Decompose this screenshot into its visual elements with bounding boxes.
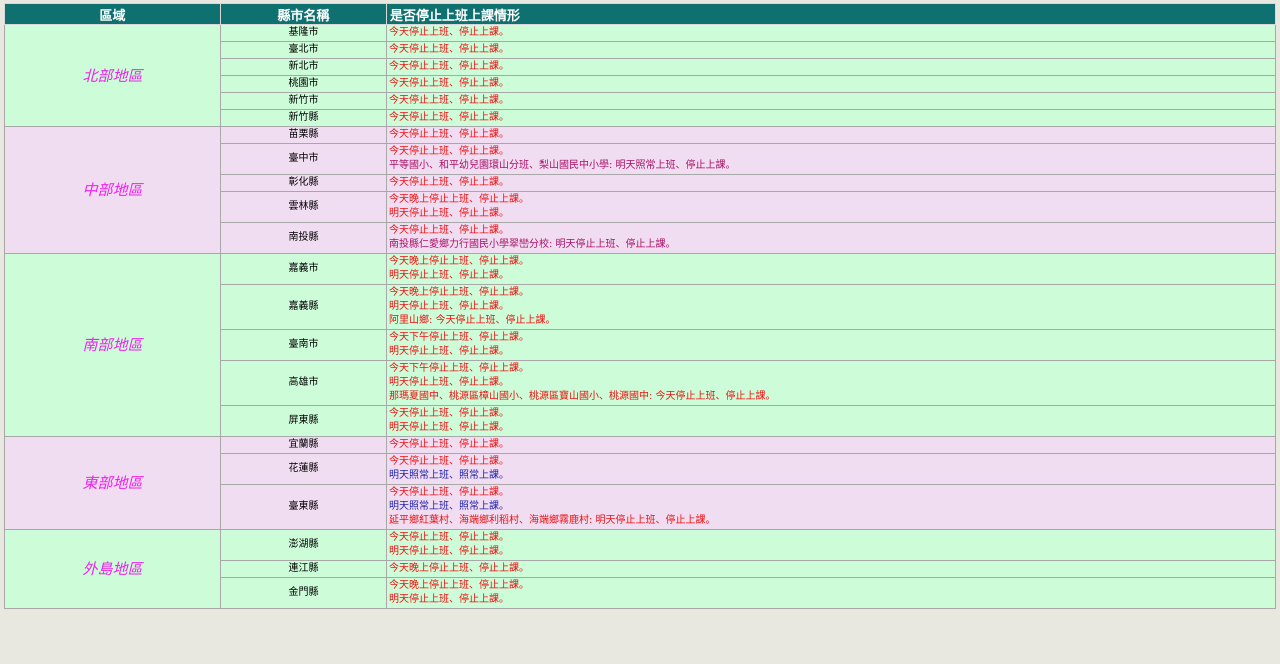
status-line: 今天停止上班、停止上課。 bbox=[389, 27, 509, 38]
status-line: 明天停止上班、停止上課。 bbox=[389, 270, 509, 281]
city-cell: 雲林縣 bbox=[220, 191, 387, 223]
table-row: 北部地區 基隆市 今天停止上班、停止上課。 bbox=[4, 24, 1276, 127]
region-cell: 中部地區 bbox=[4, 126, 221, 254]
status-line: 南投縣仁愛鄉力行國民小學翠巒分校: 明天停止上班、停止上課。 bbox=[389, 239, 676, 250]
region-cell: 北部地區 bbox=[4, 24, 221, 127]
status-cell: 今天停止上班、停止上課。 bbox=[386, 174, 1276, 192]
status-line: 明天停止上班、停止上課。 bbox=[389, 208, 509, 219]
status-line: 今天晚上停止上班、停止上課。 bbox=[389, 580, 529, 591]
city-cell: 臺南市 bbox=[220, 329, 387, 361]
status-line: 今天停止上班、停止上課。 bbox=[389, 487, 509, 498]
status-line: 今天停止上班、停止上課。 bbox=[389, 112, 509, 123]
status-cell: 今天停止上班、停止上課。 明天停止上班、停止上課。 bbox=[386, 529, 1276, 561]
status-cell: 今天晚上停止上班、停止上課。 明天停止上班、停止上課。 bbox=[386, 577, 1276, 609]
city-cell: 高雄市 bbox=[220, 360, 387, 406]
status-line: 今天停止上班、停止上課。 bbox=[389, 78, 509, 89]
status-cell: 今天停止上班、停止上課。 bbox=[386, 109, 1276, 127]
status-line: 明天停止上班、停止上課。 bbox=[389, 422, 509, 433]
city-cell: 嘉義市 bbox=[220, 253, 387, 285]
status-line: 平等國小、和平幼兒園環山分班、梨山國民中小學: 明天照常上班、停止上課。 bbox=[389, 160, 736, 171]
header-status: 是否停止上班上課情形 bbox=[386, 3, 1276, 25]
status-cell: 今天下午停止上班、停止上課。 明天停止上班、停止上課。 bbox=[386, 329, 1276, 361]
region-cell: 東部地區 bbox=[4, 436, 221, 530]
city-cell: 臺北市 bbox=[220, 41, 387, 59]
header-region: 區域 bbox=[4, 3, 221, 25]
status-line: 明天照常上班、照常上課。 bbox=[389, 501, 509, 512]
status-line: 今天停止上班、停止上課。 bbox=[389, 146, 509, 157]
status-cell: 今天停止上班、停止上課。 bbox=[386, 58, 1276, 76]
city-cell: 連江縣 bbox=[220, 560, 387, 578]
city-cell: 基隆市 bbox=[220, 24, 387, 42]
city-cell: 新北市 bbox=[220, 58, 387, 76]
status-line: 今天停止上班、停止上課。 bbox=[389, 95, 509, 106]
status-cell: 今天停止上班、停止上課。平等國小、和平幼兒園環山分班、梨山國民中小學: 明天照常… bbox=[386, 143, 1276, 175]
city-cell: 桃園市 bbox=[220, 75, 387, 93]
closure-status-table: 區域 縣市名稱 是否停止上班上課情形 北部地區 基隆市 今天停止上班、停止上課。 臺北… bbox=[4, 3, 1276, 609]
city-cell: 彰化縣 bbox=[220, 174, 387, 192]
status-line: 今天晚上停止上班、停止上課。 bbox=[389, 194, 529, 205]
header-city: 縣市名稱 bbox=[220, 3, 387, 25]
status-line: 明天停止上班、停止上課。 bbox=[389, 377, 509, 388]
region-cell: 外島地區 bbox=[4, 529, 221, 609]
city-cell: 臺中市 bbox=[220, 143, 387, 175]
status-cell: 今天停止上班、停止上課。 bbox=[386, 126, 1276, 144]
status-line: 明天照常上班、照常上課。 bbox=[389, 470, 509, 481]
city-cell: 金門縣 bbox=[220, 577, 387, 609]
status-line: 今天晚上停止上班、停止上課。 bbox=[389, 256, 529, 267]
city-cell: 屏東縣 bbox=[220, 405, 387, 437]
status-cell: 今天停止上班、停止上課。 bbox=[386, 436, 1276, 454]
city-cell: 澎湖縣 bbox=[220, 529, 387, 561]
status-line: 今天晚上停止上班、停止上課。 bbox=[389, 287, 529, 298]
table-row: 中部地區 苗栗縣 今天停止上班、停止上課。 bbox=[4, 126, 1276, 254]
status-line: 今天停止上班、停止上課。 bbox=[389, 225, 509, 236]
city-cell: 新竹縣 bbox=[220, 109, 387, 127]
status-cell: 今天停止上班、停止上課。 bbox=[386, 41, 1276, 59]
table-header-row: 區域 縣市名稱 是否停止上班上課情形 bbox=[4, 3, 1276, 25]
table-row: 南部地區 嘉義市 今天晚上停止上班、停止上課。 明天停止上班、停止上課。 bbox=[4, 253, 1276, 437]
status-cell: 今天晚上停止上班、停止上課。 明天停止上班、停止上課。 bbox=[386, 253, 1276, 285]
status-line: 明天停止上班、停止上課。 bbox=[389, 346, 509, 357]
status-line: 今天下午停止上班、停止上課。 bbox=[389, 363, 529, 374]
status-cell: 今天停止上班、停止上課。 明天照常上班、照常上課。延平鄉紅葉村、海端鄉利稻村、海端… bbox=[386, 484, 1276, 530]
status-line: 今天下午停止上班、停止上課。 bbox=[389, 332, 529, 343]
status-cell: 今天停止上班、停止上課。 bbox=[386, 75, 1276, 93]
status-cell: 今天下午停止上班、停止上課。 明天停止上班、停止上課。那瑪夏國中、桃源區樟山國小、… bbox=[386, 360, 1276, 406]
status-line: 阿里山鄉: 今天停止上班、停止上課。 bbox=[389, 315, 556, 326]
status-line: 明天停止上班、停止上課。 bbox=[389, 546, 509, 557]
region-cell: 南部地區 bbox=[4, 253, 221, 437]
status-line: 那瑪夏國中、桃源區樟山國小、桃源區寶山國小、桃源國中: 今天停止上班、停止上課。 bbox=[389, 391, 776, 402]
status-line: 今天停止上班、停止上課。 bbox=[389, 532, 509, 543]
table-body: 北部地區 基隆市 今天停止上班、停止上課。 臺北市 今天停止上班、停止上課。 新北市 今天停… bbox=[4, 24, 1276, 609]
city-cell: 苗栗縣 bbox=[220, 126, 387, 144]
status-cell: 今天停止上班、停止上課。 明天照常上班、照常上課。 bbox=[386, 453, 1276, 485]
status-cell: 今天停止上班、停止上課。 bbox=[386, 24, 1276, 42]
status-line: 明天停止上班、停止上課。 bbox=[389, 301, 509, 312]
table-row: 外島地區 澎湖縣 今天停止上班、停止上課。 明天停止上班、停止上課。 bbox=[4, 529, 1276, 609]
status-line: 延平鄉紅葉村、海端鄉利稻村、海端鄉霧鹿村: 明天停止上班、停止上課。 bbox=[389, 515, 716, 526]
status-cell: 今天停止上班、停止上課。南投縣仁愛鄉力行國民小學翠巒分校: 明天停止上班、停止上… bbox=[386, 222, 1276, 254]
status-line: 今天停止上班、停止上課。 bbox=[389, 61, 509, 72]
city-cell: 南投縣 bbox=[220, 222, 387, 254]
city-cell: 嘉義縣 bbox=[220, 284, 387, 330]
status-cell: 今天晚上停止上班、停止上課。 明天停止上班、停止上課。阿里山鄉: 今天停止上班、停… bbox=[386, 284, 1276, 330]
city-cell: 花蓮縣 bbox=[220, 453, 387, 485]
city-cell: 臺東縣 bbox=[220, 484, 387, 530]
status-line: 明天停止上班、停止上課。 bbox=[389, 594, 509, 605]
status-cell: 今天停止上班、停止上課。 明天停止上班、停止上課。 bbox=[386, 405, 1276, 437]
status-cell: 今天晚上停止上班、停止上課。 明天停止上班、停止上課。 bbox=[386, 191, 1276, 223]
status-line: 今天晚上停止上班、停止上課。 bbox=[389, 563, 529, 574]
status-cell: 今天停止上班、停止上課。 bbox=[386, 92, 1276, 110]
city-cell: 宜蘭縣 bbox=[220, 436, 387, 454]
status-cell: 今天晚上停止上班、停止上課。 bbox=[386, 560, 1276, 578]
city-cell: 新竹市 bbox=[220, 92, 387, 110]
status-line: 今天停止上班、停止上課。 bbox=[389, 44, 509, 55]
status-line: 今天停止上班、停止上課。 bbox=[389, 439, 509, 450]
status-line: 今天停止上班、停止上課。 bbox=[389, 456, 509, 467]
table-row: 東部地區 宜蘭縣 今天停止上班、停止上課。 bbox=[4, 436, 1276, 530]
status-line: 今天停止上班、停止上課。 bbox=[389, 177, 509, 188]
status-line: 今天停止上班、停止上課。 bbox=[389, 129, 509, 140]
status-line: 今天停止上班、停止上課。 bbox=[389, 408, 509, 419]
